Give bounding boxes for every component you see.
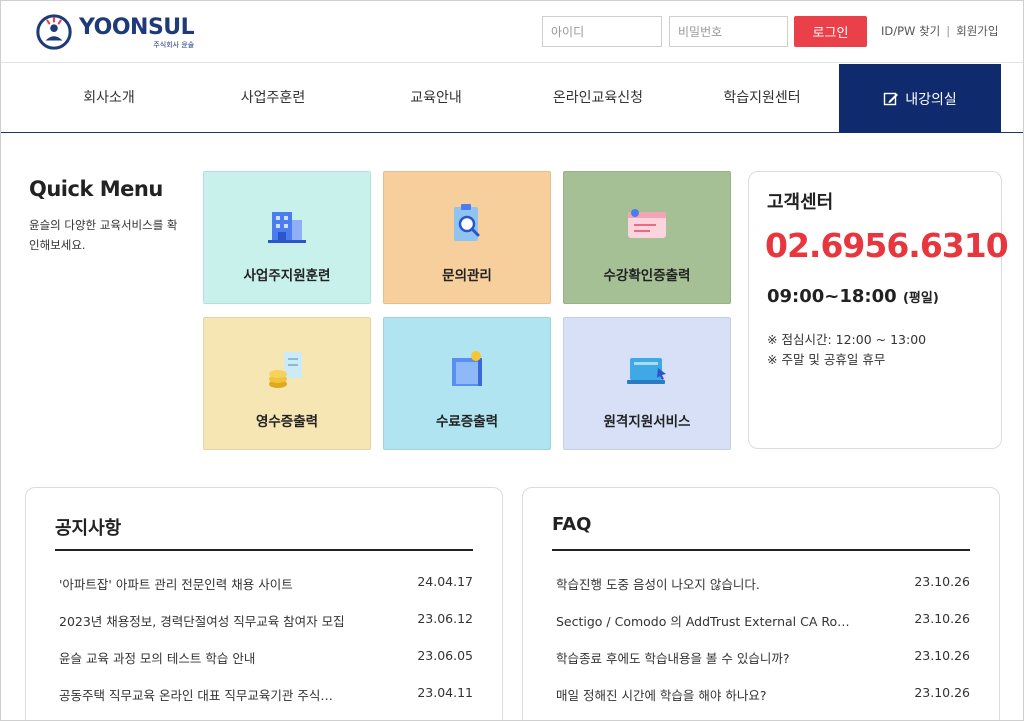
find-id-pw-link[interactable]: ID/PW 찾기	[881, 23, 940, 39]
tile-employer-training[interactable]: 사업주지원훈련	[203, 171, 371, 304]
notice-board: 공지사항 '아파트잡' 아파트 관리 전문인력 채용 사이트 24.04.17 …	[25, 487, 503, 720]
tile-label: 원격지원서비스	[603, 414, 691, 430]
tile-receipt[interactable]: 영수증출력	[203, 317, 371, 450]
quick-menu-desc: 윤슬의 다양한 교육서비스를 확인해보세요.	[29, 218, 178, 252]
yoonsul-logo-icon	[36, 14, 72, 50]
tile-label: 수료증출력	[435, 414, 499, 430]
main-nav: 회사소개 사업주훈련 교육안내 온라인교육신청 학습지원센터 내강의실	[1, 64, 1023, 133]
list-item[interactable]: 윤슬 교육 과정 모의 테스트 학습 안내 23.06.05	[59, 648, 473, 668]
login-button[interactable]: 로그인	[794, 16, 867, 47]
list-item[interactable]: 학습종료 후에도 학습내용을 볼 수 있습니까? 23.10.26	[556, 648, 970, 668]
edit-note-icon	[884, 92, 899, 105]
join-link[interactable]: 회원가입	[956, 23, 998, 39]
customer-center: 고객센터 02.6956.6310 09:00~18:00 (평일) ※ 점심시…	[748, 171, 1009, 449]
password-input[interactable]	[669, 16, 788, 47]
page-frame: YOONSUL 주식회사 윤술 로그인 ID/PW 찾기 | 회원가입 회사소개…	[0, 0, 1024, 721]
brand-name: YOONSUL	[79, 14, 195, 40]
top-bar: YOONSUL 주식회사 윤술 로그인 ID/PW 찾기 | 회원가입	[1, 1, 1023, 63]
brand-sub: 주식회사 윤술	[153, 40, 195, 49]
logo[interactable]: YOONSUL 주식회사 윤술	[35, 13, 195, 51]
customer-center-hours: 09:00~18:00 (평일)	[767, 286, 939, 307]
divider	[552, 549, 970, 551]
customer-center-title: 고객센터	[767, 192, 834, 213]
diploma-scroll-icon	[452, 351, 482, 386]
hours-value: 09:00~18:00	[767, 286, 897, 307]
divider	[55, 549, 473, 551]
nav-item-education[interactable]: 교육안내	[386, 64, 486, 132]
tile-completion-certificate[interactable]: 수료증출력	[383, 317, 551, 450]
quick-menu-title: Quick Menu	[29, 177, 163, 201]
tile-label: 문의관리	[442, 268, 492, 284]
list-item[interactable]: Sectigo / Comodo 의 AddTrust External CA …	[556, 611, 970, 631]
tile-inquiry[interactable]: 문의관리	[383, 171, 551, 304]
nav-item-online-apply[interactable]: 온라인교육신청	[533, 64, 663, 132]
clipboard-search-icon	[454, 204, 480, 241]
my-classroom-label: 내강의실	[905, 91, 957, 108]
tile-label: 사업주지원훈련	[243, 268, 331, 284]
tile-label: 영수증출력	[255, 414, 319, 430]
lunch-note: ※ 점심시간: 12:00 ~ 13:00	[767, 332, 927, 347]
coins-receipt-icon	[269, 352, 302, 388]
list-item[interactable]: 2023년 채용정보, 경력단절여성 직무교육 참여자 모집 23.06.12	[59, 611, 473, 631]
remote-laptop-icon	[627, 358, 666, 384]
faq-board: FAQ 학습진행 도중 음성이 나오지 않습니다. 23.10.26 Secti…	[522, 487, 1000, 720]
certificate-card-icon	[628, 209, 666, 238]
util-links: ID/PW 찾기 | 회원가입	[881, 23, 998, 39]
list-item[interactable]: 공동주택 직무교육 온라인 대표 직무교육기관 주식… 23.04.11	[59, 685, 473, 705]
id-input[interactable]	[542, 16, 662, 47]
nav-item-learning-support[interactable]: 학습지원센터	[707, 64, 817, 132]
list-item[interactable]: 학습진행 도중 음성이 나오지 않습니다. 23.10.26	[556, 574, 970, 594]
tile-label: 수강확인증출력	[603, 268, 691, 284]
list-item[interactable]: '아파트잡' 아파트 관리 전문인력 채용 사이트 24.04.17	[59, 574, 473, 594]
tile-remote-support[interactable]: 원격지원서비스	[563, 317, 731, 450]
link-divider: |	[946, 24, 951, 38]
tile-attendance-certificate[interactable]: 수강확인증출력	[563, 171, 731, 304]
building-icon	[268, 212, 306, 243]
nav-item-company[interactable]: 회사소개	[59, 64, 159, 132]
faq-title: FAQ	[552, 514, 592, 535]
customer-center-phone: 02.6956.6310	[765, 226, 1009, 265]
my-classroom-button[interactable]: 내강의실	[839, 64, 1001, 133]
notice-title: 공지사항	[55, 518, 122, 539]
hours-note: (평일)	[902, 291, 939, 306]
holiday-note: ※ 주말 및 공휴일 휴무	[767, 352, 886, 367]
list-item[interactable]: 매일 정해진 시간에 학습을 해야 하나요? 23.10.26	[556, 685, 970, 705]
nav-item-employer-training[interactable]: 사업주훈련	[223, 64, 323, 132]
